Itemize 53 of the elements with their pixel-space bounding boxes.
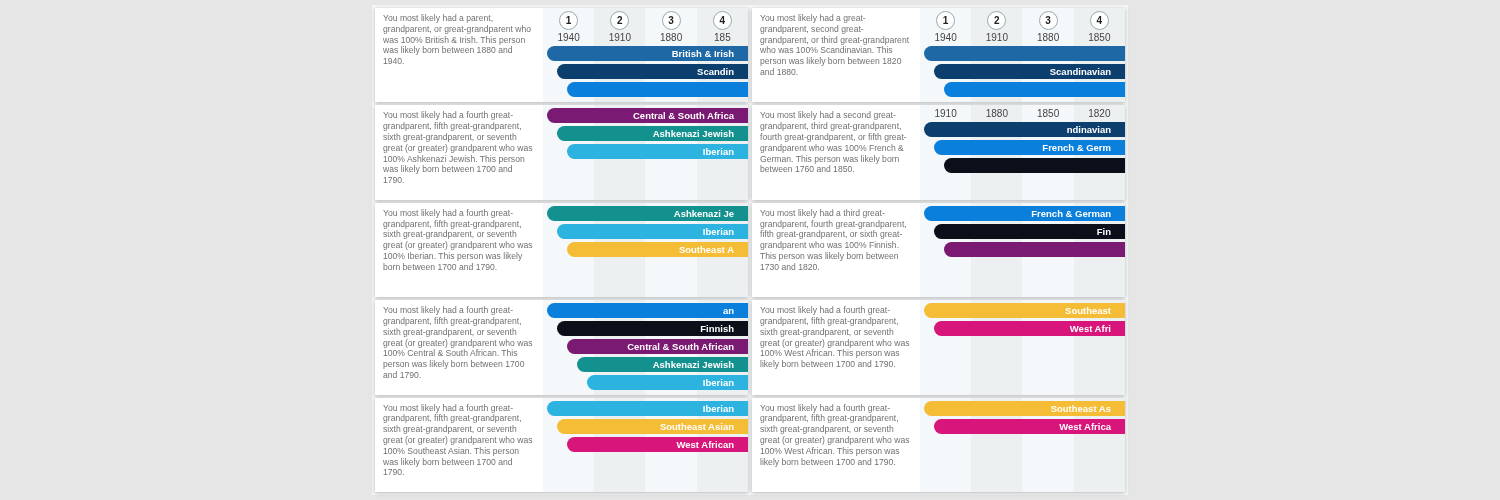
ethnicity-bar[interactable]: West Africa (934, 418, 1125, 434)
step-number: 1 (936, 11, 956, 30)
ethnicity-description: You most likely had a fourth great-grandparent, fifth great-grandparent, sixth great-grandparent, or seventh great (or greater) grandparent who was 100% Southeast Asian. This person was likely born between 1700 and 1790. (382, 401, 534, 480)
year-label: 1820 (1088, 108, 1111, 120)
ethnicity-bar[interactable]: Ashkenazi Je (547, 205, 748, 221)
year-label: 1880 (1037, 32, 1060, 43)
ethnicity-bar[interactable]: West African (567, 436, 748, 452)
ethnicity-description: You most likely had a great-grandparent, second great-grandparent, or third great-grandparent who was 100% Scandinavian. This person was likely born between 1820 and 1880. (759, 12, 911, 79)
year-label: 185 (714, 32, 731, 43)
ethnicity-description: You most likely had a second great-grandparent, third great-grandparent, fourth great-grandparent, or fifth great-grandparent who was 100% French & German. This person was likely born between 1760 and 1850. (759, 109, 908, 177)
ethnicity-bar[interactable]: British & Irish (547, 46, 748, 61)
ethnicity-bar[interactable]: Ashkenazi Jewish (557, 126, 748, 142)
year-label: 1850 (1088, 32, 1111, 43)
step-number: 3 (661, 11, 681, 30)
ethnicity-bar[interactable]: Scandin (557, 64, 748, 79)
step-number: 2 (987, 11, 1007, 30)
ethnicity-description: You most likely had a parent, grandparent, or great-grandparent who was 100% British & Irish. This person was likely born between 1880 and 1940. (382, 12, 533, 69)
step-number: 2 (610, 11, 630, 30)
ethnicity-bar[interactable]: French & Germ (934, 140, 1125, 156)
step-number: 4 (1089, 11, 1109, 30)
ethnicity-bar[interactable]: Iberian (557, 223, 748, 239)
ethnicity-bar[interactable] (944, 158, 1125, 174)
ethnicity-bar[interactable]: Central & South Africa (547, 108, 748, 124)
year-label: 1910 (608, 32, 631, 43)
ethnicity-bar[interactable]: Finnish (557, 321, 748, 337)
ethnicity-bar[interactable]: Iberian (587, 375, 748, 391)
ethnicity-bar[interactable]: Scandinavian (934, 64, 1125, 79)
year-label: 1850 (1037, 108, 1060, 120)
ethnicity-bar[interactable]: ndinavian (924, 122, 1125, 138)
ethnicity-bar[interactable]: an (547, 303, 748, 319)
ethnicity-description: You most likely had a fourth great-grandparent, fifth great-grandparent, sixth great-grandparent, or seventh great (or greater) grandparent who was 100% Ashkenazi Jewish. This person was likely born between 1700 and 1790. (382, 109, 534, 188)
ethnicity-description: You most likely had a fourth great-grandparent, fifth great-grandparent, sixth great-grandparent, or seventh great (or greater) grandparent who was 100% Iberian. This person was likely born between 1700 and 1790. (382, 206, 534, 274)
ethnicity-bar[interactable]: French & German (924, 205, 1125, 221)
year-label: 1880 (985, 108, 1008, 120)
year-label: 1940 (934, 32, 957, 43)
ethnicity-description: You most likely had a third great-grandparent, fourth great-grandparent, fifth great-grandparent, or sixth great-grandparent who was 100% Finnish. This person was likely born between 1730 and 1820. (759, 206, 908, 274)
ethnicity-description: You most likely had a fourth great-grandparent, fifth great-grandparent, sixth great-grandparent, or seventh great (or greater) grandparent who was 100% West African. This person was likely born between 1700 and 1790. (759, 304, 911, 372)
ethnicity-bar[interactable] (944, 241, 1125, 257)
ethnicity-bar[interactable]: Central & South African (567, 339, 748, 355)
ethnicity-bar[interactable]: Iberian (567, 144, 748, 160)
ethnicity-bar[interactable]: Ashkenazi Jewish (577, 357, 748, 373)
year-label: 1910 (934, 108, 957, 120)
ethnicity-bar[interactable]: Iberian (547, 400, 748, 416)
step-number: 1 (559, 11, 579, 30)
year-label: 1940 (557, 32, 580, 43)
step-number: 4 (712, 11, 732, 30)
ethnicity-description: You most likely had a fourth great-grandparent, fifth great-grandparent, sixth great-grandparent, or seventh great (or greater) grandparent who was 100% Central & South African. This person was likely born between 1700 and 1790. (382, 304, 534, 382)
ethnicity-bar[interactable]: Fin (934, 223, 1125, 239)
ethnicity-description: You most likely had a fourth great-grandparent, fifth great-grandparent, sixth great-grandparent, or seventh great (or greater) grandparent who was 100% West African. This person was likely born between 1700 and 1790. (759, 401, 911, 469)
ethnicity-bar[interactable]: West Afri (934, 321, 1125, 337)
year-label: 1880 (660, 32, 683, 43)
year-label: 1910 (985, 32, 1008, 43)
step-number: 3 (1038, 11, 1058, 30)
